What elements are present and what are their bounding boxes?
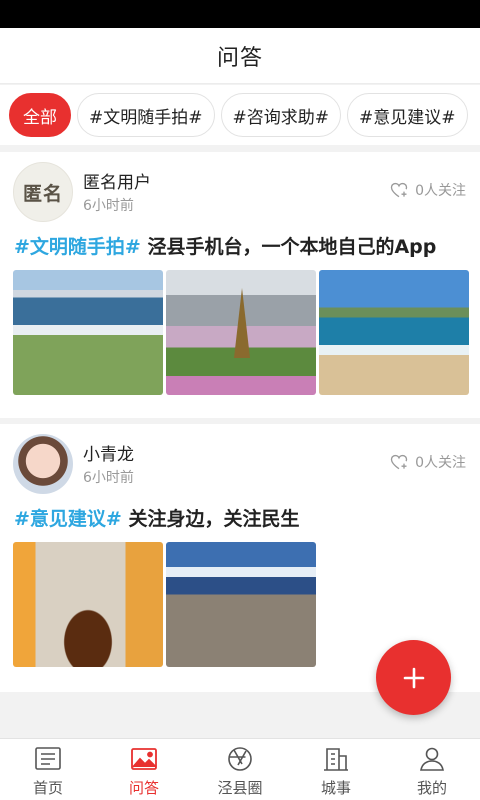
post-text: 关注身边，关注民生 [121,508,300,530]
post-text: 泾县手机台，一个本地自己的App [140,236,437,258]
heart-plus-icon [390,182,408,198]
tag-all[interactable]: 全部 [9,93,71,137]
beach-photo[interactable] [319,270,469,395]
post-card[interactable]: 匿名 匿名用户 6小时前 0人关注 #文明随手拍# 泾县手机台，一个本地自己的A… [0,152,480,418]
follow-count: 0人关注 [415,455,466,471]
person-icon [420,747,444,771]
tab-label: 泾县圈 [217,779,263,797]
aperture-icon [228,747,252,771]
avatar[interactable]: 匿名 [13,162,73,222]
tag-filter-bar[interactable]: 全部 #文明随手拍# #咨询求助# #意见建议# [0,85,480,145]
post-username[interactable]: 小青龙 [83,440,134,465]
news-icon [35,747,61,770]
building-icon [324,748,348,771]
tag-consult-help[interactable]: #咨询求助# [220,93,341,137]
tab-qa[interactable]: 问答 [96,739,192,800]
post-hashtag[interactable]: #意见建议# [14,508,122,530]
post-time: 6小时前 [83,198,134,214]
tab-label: 城事 [320,779,351,797]
tab-city-events[interactable]: 城事 [288,739,384,800]
avatar-text: 匿名 [22,182,63,205]
post-title[interactable]: #文明随手拍# 泾县手机台，一个本地自己的App [14,232,436,259]
follow-button[interactable]: 0人关注 [389,452,466,472]
new-question-button[interactable] [376,640,451,715]
tab-home[interactable]: 首页 [0,739,96,800]
post-username[interactable]: 匿名用户 [83,168,151,193]
follow-button[interactable]: 0人关注 [389,180,466,200]
tab-label: 首页 [32,779,63,797]
tag-civilization-snapshot[interactable]: #文明随手拍# [77,93,215,137]
post-time: 6小时前 [83,470,134,486]
paris-photo[interactable] [166,270,316,395]
skull-photo[interactable] [166,542,316,667]
post-hashtag[interactable]: #文明随手拍# [14,236,141,258]
tab-label: 我的 [416,779,447,797]
bottom-tab-bar: 首页 问答 泾县圈 城事 我的 [0,738,480,800]
title-bar: 问答 [0,28,480,84]
post-title[interactable]: #意见建议# 关注身边，关注民生 [14,504,299,531]
plus-icon [403,667,424,688]
coffee-photo[interactable] [13,542,163,667]
page-title: 问答 [216,45,263,71]
heart-plus-icon [390,454,408,470]
tag-suggestions[interactable]: #意见建议# [347,93,468,137]
coast-photo[interactable] [13,270,163,395]
status-bar [0,0,480,28]
tab-jingxian-circle[interactable]: 泾县圈 [192,739,288,800]
post-photos [13,542,316,667]
follow-count: 0人关注 [415,183,466,199]
tab-label: 问答 [128,779,159,797]
post-photos [13,270,469,395]
avatar[interactable] [13,434,73,494]
tab-mine[interactable]: 我的 [384,739,480,800]
image-icon [131,748,157,770]
